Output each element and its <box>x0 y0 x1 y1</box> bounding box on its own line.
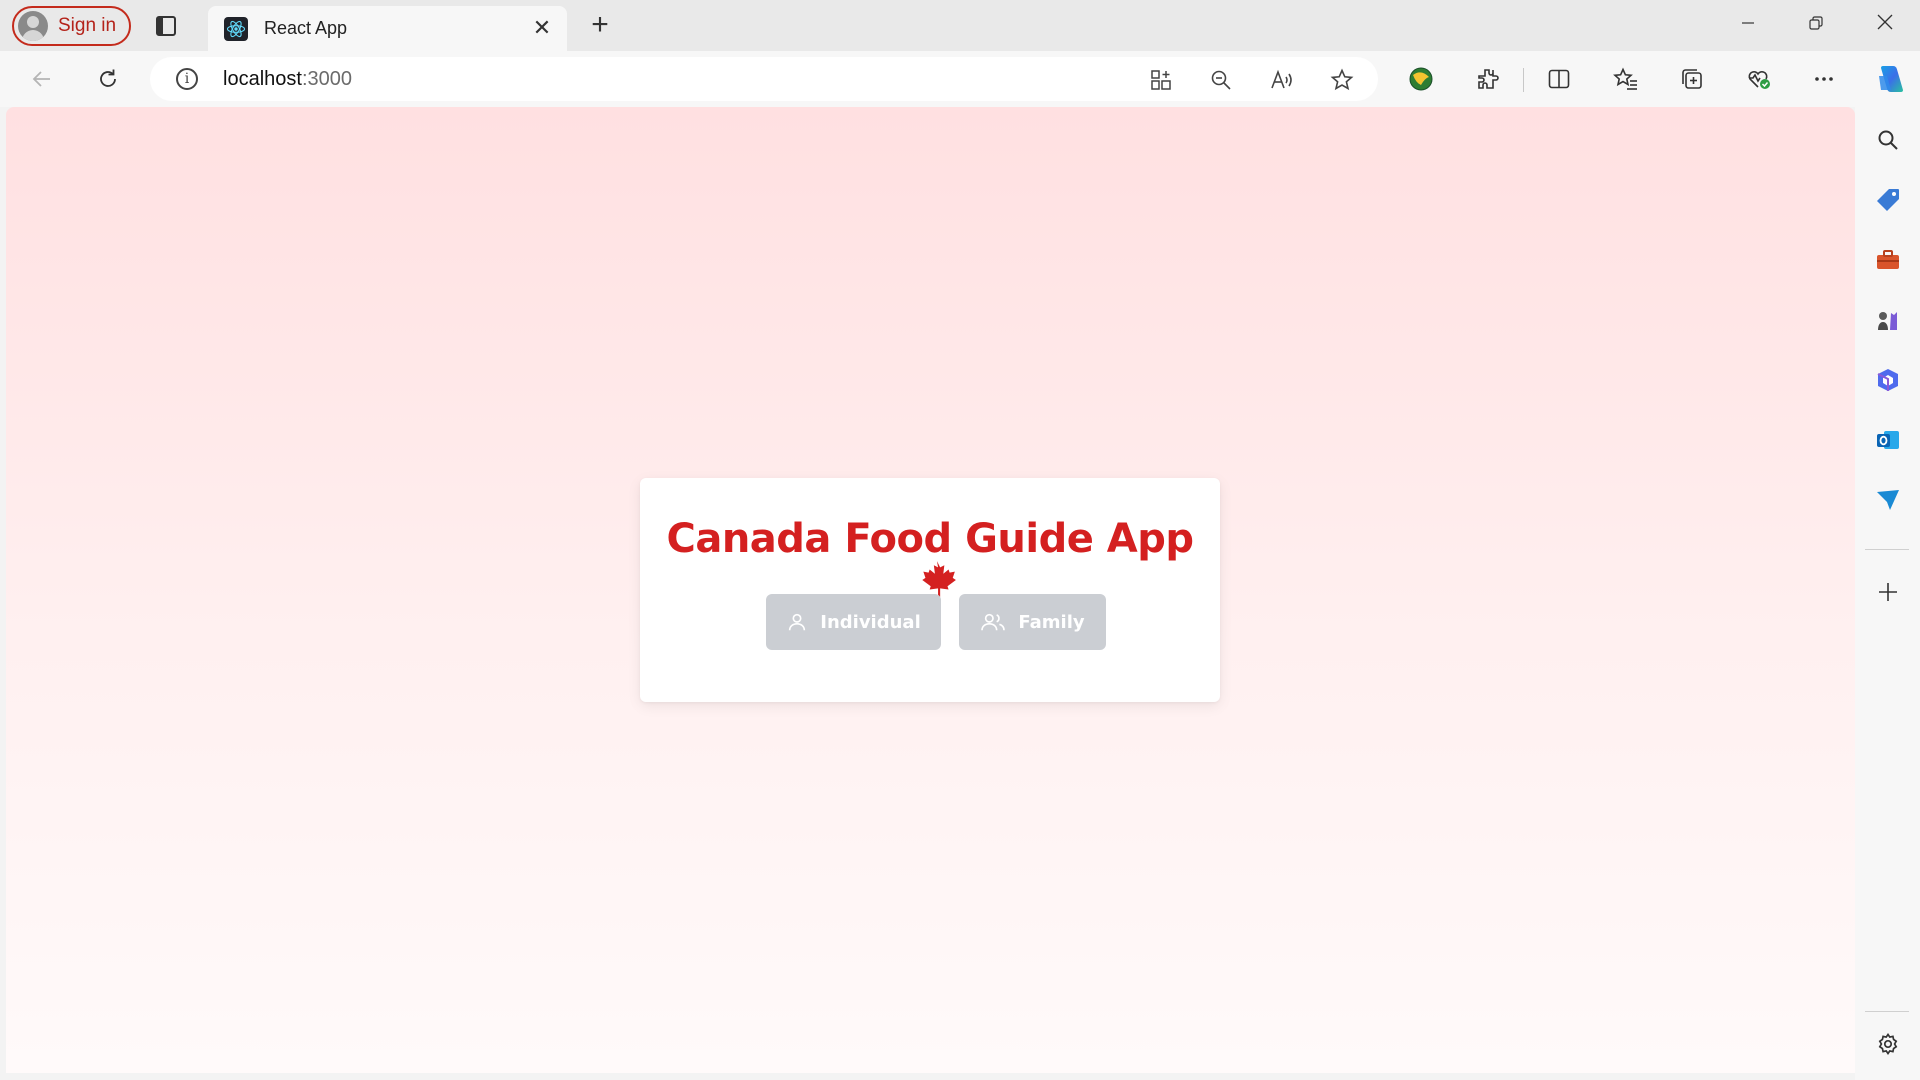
zoom-out-icon[interactable] <box>1208 67 1234 93</box>
close-tab-icon[interactable]: ✕ <box>531 17 553 39</box>
sign-in-label: Sign in <box>58 15 117 36</box>
family-button-label: Family <box>1018 611 1085 633</box>
react-logo-icon <box>224 16 248 41</box>
tab-actions-icon[interactable] <box>152 12 180 40</box>
welcome-card: Canada Food Guide App Individual Family <box>640 478 1220 702</box>
extensions-icon[interactable] <box>1473 64 1503 94</box>
tab-title: React App <box>264 18 348 38</box>
sidebar-separator <box>1865 549 1909 550</box>
address-bar[interactable]: i localhost:3000 <box>150 57 1378 101</box>
minimize-icon[interactable] <box>1733 10 1763 40</box>
search-icon[interactable] <box>1873 125 1903 155</box>
add-sidebar-app-icon[interactable] <box>1873 577 1903 607</box>
back-icon[interactable] <box>27 64 57 94</box>
tab-react-app[interactable]: React App ✕ <box>208 6 567 51</box>
outlook-icon[interactable] <box>1873 425 1903 455</box>
browser-sidebar <box>1855 107 1920 1080</box>
family-button[interactable]: Family <box>959 594 1106 650</box>
games-chess-icon[interactable] <box>1873 305 1903 335</box>
favorite-star-icon[interactable] <box>1329 67 1355 93</box>
avatar-icon <box>18 11 48 41</box>
split-screen-icon[interactable] <box>1544 64 1574 94</box>
app-available-icon[interactable] <box>1148 67 1174 93</box>
browser-toolbar: i localhost:3000 <box>0 51 1920 107</box>
page-viewport: Canada Food Guide App Individual Family <box>6 107 1855 1073</box>
individual-button[interactable]: Individual <box>766 594 941 650</box>
read-aloud-icon[interactable] <box>1269 67 1295 93</box>
restore-icon[interactable] <box>1801 10 1831 40</box>
browser-essentials-icon[interactable] <box>1406 64 1436 94</box>
sign-in-button[interactable]: Sign in <box>12 6 131 46</box>
microsoft-365-icon[interactable] <box>1873 365 1903 395</box>
tools-briefcase-icon[interactable] <box>1873 245 1903 275</box>
users-icon <box>981 613 1006 631</box>
favorites-icon[interactable] <box>1611 64 1641 94</box>
user-icon <box>789 613 806 631</box>
window-bottom-edge <box>0 1073 1855 1080</box>
browser-health-icon[interactable] <box>1744 64 1774 94</box>
collections-icon[interactable] <box>1677 64 1707 94</box>
new-tab-icon[interactable]: + <box>585 10 615 40</box>
settings-gear-icon[interactable] <box>1873 1029 1903 1059</box>
browser-titlebar: Sign in React App ✕ + <box>0 0 1920 51</box>
copilot-icon[interactable] <box>1872 61 1908 97</box>
shopping-tag-icon[interactable] <box>1873 185 1903 215</box>
individual-button-label: Individual <box>820 611 921 633</box>
toolbar-separator <box>1523 68 1524 92</box>
site-info-icon[interactable]: i <box>176 68 198 90</box>
refresh-icon[interactable] <box>93 64 123 94</box>
sidebar-bottom-separator <box>1865 1011 1909 1012</box>
url-text[interactable]: localhost:3000 <box>223 68 352 91</box>
send-plane-icon[interactable] <box>1873 485 1903 515</box>
close-window-icon[interactable] <box>1870 10 1900 40</box>
more-options-icon[interactable] <box>1809 64 1839 94</box>
